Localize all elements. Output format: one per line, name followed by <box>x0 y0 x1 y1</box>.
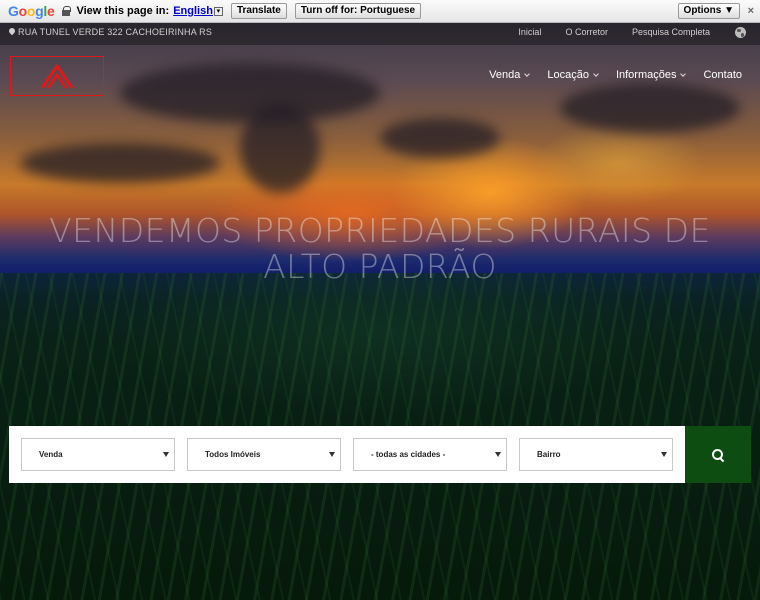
caret-down-icon <box>329 452 335 457</box>
top-link-o-corretor[interactable]: O Corretor <box>565 27 608 37</box>
top-link-inicial[interactable]: Inicial <box>518 27 541 37</box>
globe-icon[interactable] <box>735 27 746 38</box>
select-transaction[interactable]: Venda <box>21 438 175 471</box>
search-icon <box>712 448 724 461</box>
translate-bar: Google View this page in: English ▾ Tran… <box>0 0 760 23</box>
select-neighborhood[interactable]: Bairro <box>519 438 673 471</box>
turn-off-button[interactable]: Turn off for: Portuguese <box>294 3 422 19</box>
chevron-down-icon <box>593 70 599 77</box>
select-value: Venda <box>39 450 63 459</box>
nav-item-locacao[interactable]: Locação <box>547 69 599 81</box>
logo-mark-icon <box>40 63 74 89</box>
nav-item-contato[interactable]: Contato <box>703 69 742 81</box>
select-value: Todos Imóveis <box>205 450 261 459</box>
cloud-decoration <box>120 63 380 123</box>
site-logo[interactable] <box>10 56 104 96</box>
search-button[interactable] <box>685 426 751 483</box>
nav-label: Informações <box>615 69 677 81</box>
cloud-decoration <box>240 103 320 193</box>
caret-down-icon <box>495 452 501 457</box>
close-icon[interactable]: × <box>748 5 754 17</box>
nav-label: Venda <box>489 69 521 81</box>
options-button[interactable]: Options ▼ <box>677 3 740 19</box>
headline-line-2: ALTO PADRÃO <box>263 247 497 286</box>
select-value: - todas as cidades - <box>371 450 446 459</box>
main-nav: Venda Locação Informações Contato <box>471 69 742 81</box>
cloud-decoration <box>20 143 220 183</box>
top-info-bar: RUA TUNEL VERDE 322 CACHOEIRINHA RS Inic… <box>0 23 760 45</box>
nav-label: Contato <box>703 69 742 81</box>
nav-item-informacoes[interactable]: Informações <box>615 69 687 81</box>
nav-item-venda[interactable]: Venda <box>489 69 531 81</box>
nav-label: Locação <box>547 69 589 81</box>
language-dropdown-icon[interactable]: ▾ <box>213 6 223 16</box>
language-link[interactable]: English <box>173 5 213 17</box>
chevron-down-icon <box>524 70 531 77</box>
google-logo: Google <box>8 3 55 19</box>
cloud-decoration <box>380 118 500 158</box>
select-property-type[interactable]: Todos Imóveis <box>187 438 341 471</box>
lock-icon <box>62 6 72 16</box>
select-city[interactable]: - todas as cidades - <box>353 438 507 471</box>
address-text: RUA TUNEL VERDE 322 CACHOEIRINHA RS <box>18 27 213 37</box>
top-links: Inicial O Corretor Pesquisa Completa <box>494 27 710 37</box>
address: RUA TUNEL VERDE 322 CACHOEIRINHA RS <box>9 27 212 37</box>
translate-prompt: View this page in: <box>76 5 170 17</box>
caret-down-icon <box>163 452 169 457</box>
chevron-down-icon <box>680 70 687 77</box>
translate-button[interactable]: Translate <box>230 3 287 19</box>
top-link-pesquisa-completa[interactable]: Pesquisa Completa <box>632 27 710 37</box>
map-pin-icon <box>9 28 15 36</box>
hero-headline: VENDEMOS PROPRIEDADES RURAIS DE ALTO PAD… <box>0 213 760 285</box>
hero-section: RUA TUNEL VERDE 322 CACHOEIRINHA RS Inic… <box>0 23 760 600</box>
search-form: Venda Todos Imóveis - todas as cidades -… <box>9 426 751 483</box>
caret-down-icon <box>661 452 667 457</box>
select-value: Bairro <box>537 450 561 459</box>
cloud-decoration <box>560 83 740 133</box>
headline-line-1: VENDEMOS PROPRIEDADES RURAIS DE <box>49 211 711 250</box>
